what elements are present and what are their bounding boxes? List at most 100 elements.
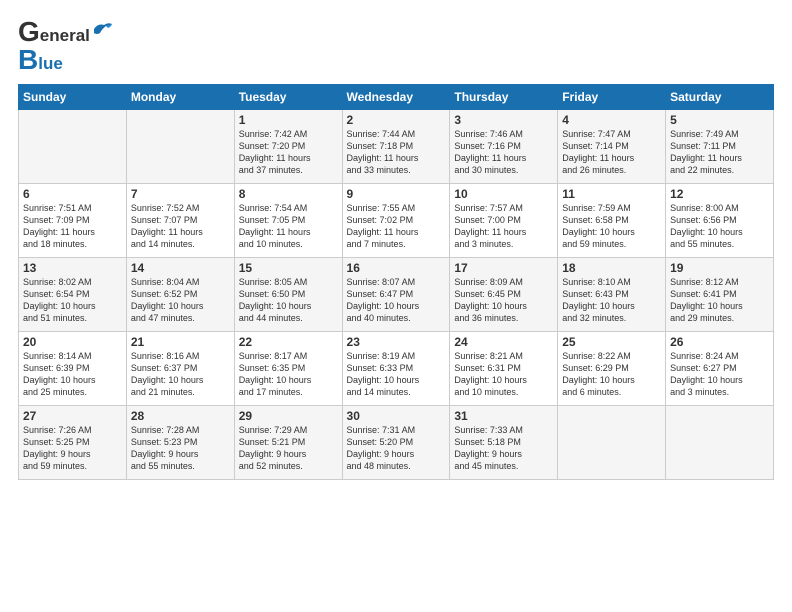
day-number: 30 [347, 409, 446, 423]
day-info: Sunrise: 7:54 AM Sunset: 7:05 PM Dayligh… [239, 202, 338, 251]
weekday-header-tuesday: Tuesday [234, 85, 342, 110]
day-info: Sunrise: 8:00 AM Sunset: 6:56 PM Dayligh… [670, 202, 769, 251]
day-number: 19 [670, 261, 769, 275]
day-number: 9 [347, 187, 446, 201]
day-info: Sunrise: 8:21 AM Sunset: 6:31 PM Dayligh… [454, 350, 553, 399]
calendar-cell: 9Sunrise: 7:55 AM Sunset: 7:02 PM Daylig… [342, 184, 450, 258]
calendar-cell: 16Sunrise: 8:07 AM Sunset: 6:47 PM Dayli… [342, 258, 450, 332]
calendar-cell: 19Sunrise: 8:12 AM Sunset: 6:41 PM Dayli… [666, 258, 774, 332]
calendar-cell: 12Sunrise: 8:00 AM Sunset: 6:56 PM Dayli… [666, 184, 774, 258]
calendar-cell [558, 406, 666, 480]
day-number: 21 [131, 335, 230, 349]
day-info: Sunrise: 7:46 AM Sunset: 7:16 PM Dayligh… [454, 128, 553, 177]
calendar-week-2: 6Sunrise: 7:51 AM Sunset: 7:09 PM Daylig… [19, 184, 774, 258]
day-number: 5 [670, 113, 769, 127]
calendar-cell: 27Sunrise: 7:26 AM Sunset: 5:25 PM Dayli… [19, 406, 127, 480]
calendar-cell: 23Sunrise: 8:19 AM Sunset: 6:33 PM Dayli… [342, 332, 450, 406]
day-number: 6 [23, 187, 122, 201]
logo: G eneral B lue [18, 18, 114, 74]
day-info: Sunrise: 7:57 AM Sunset: 7:00 PM Dayligh… [454, 202, 553, 251]
calendar-cell: 17Sunrise: 8:09 AM Sunset: 6:45 PM Dayli… [450, 258, 558, 332]
day-info: Sunrise: 7:52 AM Sunset: 7:07 PM Dayligh… [131, 202, 230, 251]
calendar-cell: 4Sunrise: 7:47 AM Sunset: 7:14 PM Daylig… [558, 110, 666, 184]
day-number: 22 [239, 335, 338, 349]
calendar-cell: 28Sunrise: 7:28 AM Sunset: 5:23 PM Dayli… [126, 406, 234, 480]
day-info: Sunrise: 7:44 AM Sunset: 7:18 PM Dayligh… [347, 128, 446, 177]
day-number: 11 [562, 187, 661, 201]
calendar-cell: 21Sunrise: 8:16 AM Sunset: 6:37 PM Dayli… [126, 332, 234, 406]
day-info: Sunrise: 8:14 AM Sunset: 6:39 PM Dayligh… [23, 350, 122, 399]
logo-general-rest: eneral [40, 27, 90, 46]
logo-blue-rest: lue [38, 55, 63, 74]
day-info: Sunrise: 7:55 AM Sunset: 7:02 PM Dayligh… [347, 202, 446, 251]
weekday-header-saturday: Saturday [666, 85, 774, 110]
day-info: Sunrise: 7:31 AM Sunset: 5:20 PM Dayligh… [347, 424, 446, 473]
weekday-header-sunday: Sunday [19, 85, 127, 110]
day-number: 2 [347, 113, 446, 127]
day-number: 8 [239, 187, 338, 201]
header: G eneral B lue [18, 18, 774, 74]
weekday-header-friday: Friday [558, 85, 666, 110]
day-number: 7 [131, 187, 230, 201]
day-number: 27 [23, 409, 122, 423]
logo-general-g: G [18, 18, 40, 46]
day-number: 10 [454, 187, 553, 201]
day-number: 1 [239, 113, 338, 127]
weekday-header-thursday: Thursday [450, 85, 558, 110]
day-number: 25 [562, 335, 661, 349]
day-number: 3 [454, 113, 553, 127]
calendar-cell: 20Sunrise: 8:14 AM Sunset: 6:39 PM Dayli… [19, 332, 127, 406]
calendar-cell: 6Sunrise: 7:51 AM Sunset: 7:09 PM Daylig… [19, 184, 127, 258]
calendar-cell: 3Sunrise: 7:46 AM Sunset: 7:16 PM Daylig… [450, 110, 558, 184]
calendar-cell: 11Sunrise: 7:59 AM Sunset: 6:58 PM Dayli… [558, 184, 666, 258]
calendar-cell: 24Sunrise: 8:21 AM Sunset: 6:31 PM Dayli… [450, 332, 558, 406]
day-number: 20 [23, 335, 122, 349]
calendar-table: SundayMondayTuesdayWednesdayThursdayFrid… [18, 84, 774, 480]
day-number: 14 [131, 261, 230, 275]
day-info: Sunrise: 7:47 AM Sunset: 7:14 PM Dayligh… [562, 128, 661, 177]
day-number: 4 [562, 113, 661, 127]
calendar-cell: 2Sunrise: 7:44 AM Sunset: 7:18 PM Daylig… [342, 110, 450, 184]
day-number: 31 [454, 409, 553, 423]
weekday-header-wednesday: Wednesday [342, 85, 450, 110]
day-info: Sunrise: 8:19 AM Sunset: 6:33 PM Dayligh… [347, 350, 446, 399]
calendar-cell: 29Sunrise: 7:29 AM Sunset: 5:21 PM Dayli… [234, 406, 342, 480]
day-number: 13 [23, 261, 122, 275]
day-info: Sunrise: 7:29 AM Sunset: 5:21 PM Dayligh… [239, 424, 338, 473]
day-number: 16 [347, 261, 446, 275]
day-number: 23 [347, 335, 446, 349]
calendar-cell: 22Sunrise: 8:17 AM Sunset: 6:35 PM Dayli… [234, 332, 342, 406]
calendar-cell: 31Sunrise: 7:33 AM Sunset: 5:18 PM Dayli… [450, 406, 558, 480]
day-info: Sunrise: 7:49 AM Sunset: 7:11 PM Dayligh… [670, 128, 769, 177]
day-number: 12 [670, 187, 769, 201]
day-number: 28 [131, 409, 230, 423]
calendar-cell: 5Sunrise: 7:49 AM Sunset: 7:11 PM Daylig… [666, 110, 774, 184]
day-number: 17 [454, 261, 553, 275]
day-info: Sunrise: 7:26 AM Sunset: 5:25 PM Dayligh… [23, 424, 122, 473]
day-info: Sunrise: 7:28 AM Sunset: 5:23 PM Dayligh… [131, 424, 230, 473]
day-info: Sunrise: 8:17 AM Sunset: 6:35 PM Dayligh… [239, 350, 338, 399]
calendar-cell [19, 110, 127, 184]
day-info: Sunrise: 8:09 AM Sunset: 6:45 PM Dayligh… [454, 276, 553, 325]
weekday-header-monday: Monday [126, 85, 234, 110]
calendar-cell: 8Sunrise: 7:54 AM Sunset: 7:05 PM Daylig… [234, 184, 342, 258]
day-info: Sunrise: 8:07 AM Sunset: 6:47 PM Dayligh… [347, 276, 446, 325]
calendar-cell: 30Sunrise: 7:31 AM Sunset: 5:20 PM Dayli… [342, 406, 450, 480]
day-info: Sunrise: 7:42 AM Sunset: 7:20 PM Dayligh… [239, 128, 338, 177]
calendar-cell: 15Sunrise: 8:05 AM Sunset: 6:50 PM Dayli… [234, 258, 342, 332]
weekday-header-row: SundayMondayTuesdayWednesdayThursdayFrid… [19, 85, 774, 110]
calendar-cell: 26Sunrise: 8:24 AM Sunset: 6:27 PM Dayli… [666, 332, 774, 406]
day-info: Sunrise: 8:12 AM Sunset: 6:41 PM Dayligh… [670, 276, 769, 325]
calendar-week-1: 1Sunrise: 7:42 AM Sunset: 7:20 PM Daylig… [19, 110, 774, 184]
day-info: Sunrise: 8:24 AM Sunset: 6:27 PM Dayligh… [670, 350, 769, 399]
day-info: Sunrise: 8:16 AM Sunset: 6:37 PM Dayligh… [131, 350, 230, 399]
calendar-cell [126, 110, 234, 184]
calendar-cell: 7Sunrise: 7:52 AM Sunset: 7:07 PM Daylig… [126, 184, 234, 258]
calendar-cell: 13Sunrise: 8:02 AM Sunset: 6:54 PM Dayli… [19, 258, 127, 332]
day-info: Sunrise: 7:33 AM Sunset: 5:18 PM Dayligh… [454, 424, 553, 473]
calendar-cell: 25Sunrise: 8:22 AM Sunset: 6:29 PM Dayli… [558, 332, 666, 406]
day-number: 24 [454, 335, 553, 349]
day-number: 18 [562, 261, 661, 275]
day-info: Sunrise: 8:02 AM Sunset: 6:54 PM Dayligh… [23, 276, 122, 325]
logo-blue-b: B [18, 46, 38, 74]
